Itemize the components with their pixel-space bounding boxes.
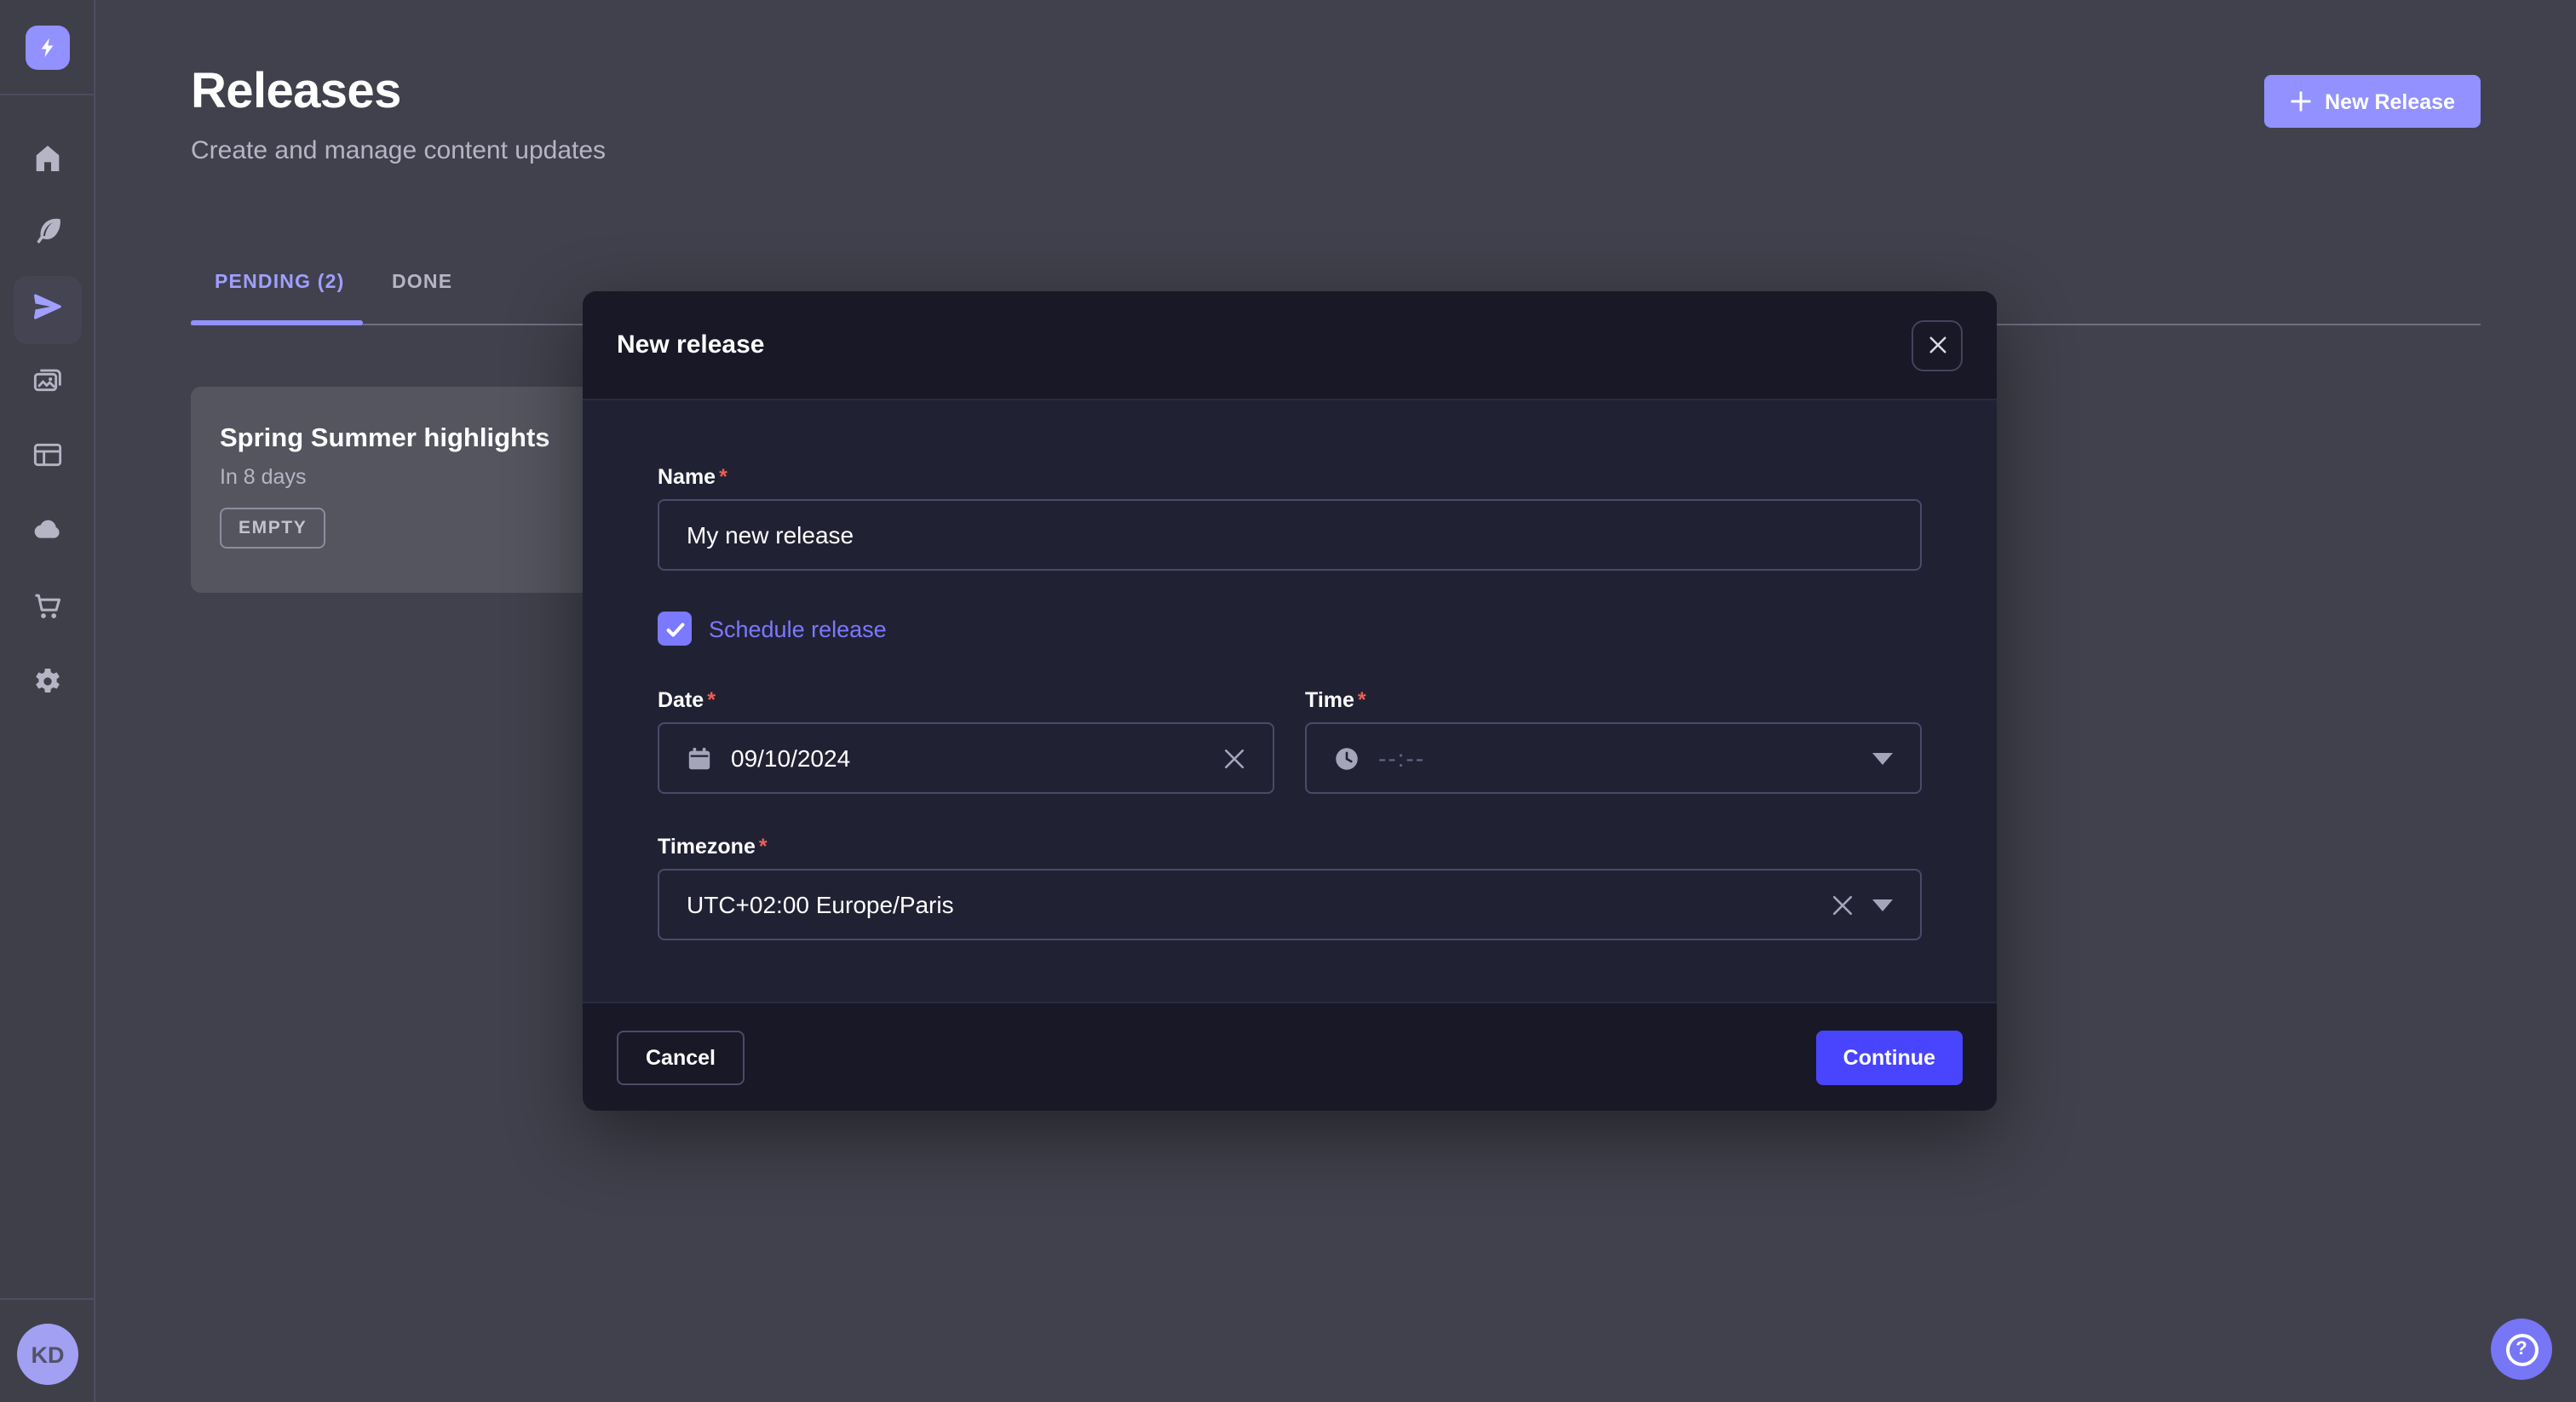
clear-icon [1223,747,1245,769]
schedule-release-row: Schedule release [658,612,1922,646]
timezone-value: UTC+02:00 Europe/Paris [687,891,954,918]
date-input[interactable]: 09/10/2024 [658,722,1274,794]
required-mark: * [1358,688,1366,712]
required-mark: * [759,835,768,859]
required-mark: * [719,465,727,489]
date-label: Date* [658,688,1274,712]
timezone-field-block: Timezone* UTC+02:00 Europe/Paris [658,835,1922,940]
date-field-block: Date* 09/10/2024 [658,688,1274,794]
continue-button[interactable]: Continue [1816,1030,1963,1084]
check-icon [664,618,686,640]
modal-footer: Cancel Continue [583,1002,1997,1111]
required-mark: * [707,688,716,712]
modal-body: Name* Schedule release Date* 09/10/2024 [583,400,1997,1002]
app-root: KD Releases Create and manage content up… [0,0,2576,1402]
time-label: Time* [1305,688,1922,712]
modal-header: New release [583,291,1997,400]
time-field-block: Time* --:-- [1305,688,1922,794]
schedule-checkbox-label[interactable]: Schedule release [709,616,887,641]
close-button[interactable] [1912,319,1963,371]
chevron-down-icon [1872,752,1893,764]
clear-date-button[interactable] [1223,747,1245,769]
calendar-icon [687,745,712,771]
modal-title: New release [617,330,764,359]
date-value: 09/10/2024 [731,744,850,772]
time-placeholder: --:-- [1378,744,1425,772]
timezone-label: Timezone* [658,835,1922,859]
clock-icon [1334,745,1360,771]
name-field-block: Name* [658,465,1922,571]
name-input[interactable] [658,499,1922,571]
time-input[interactable]: --:-- [1305,722,1922,794]
name-label: Name* [658,465,1922,489]
clear-icon [1831,893,1854,916]
new-release-modal: New release Name* Schedule release Date* [583,291,1997,1111]
cancel-button[interactable]: Cancel [617,1030,745,1084]
schedule-checkbox[interactable] [658,612,692,646]
clear-timezone-button[interactable] [1831,893,1854,916]
date-time-row: Date* 09/10/2024 Time* --:-- [658,688,1922,794]
chevron-down-icon [1872,899,1893,911]
close-icon [1928,336,1946,354]
timezone-select[interactable]: UTC+02:00 Europe/Paris [658,869,1922,940]
